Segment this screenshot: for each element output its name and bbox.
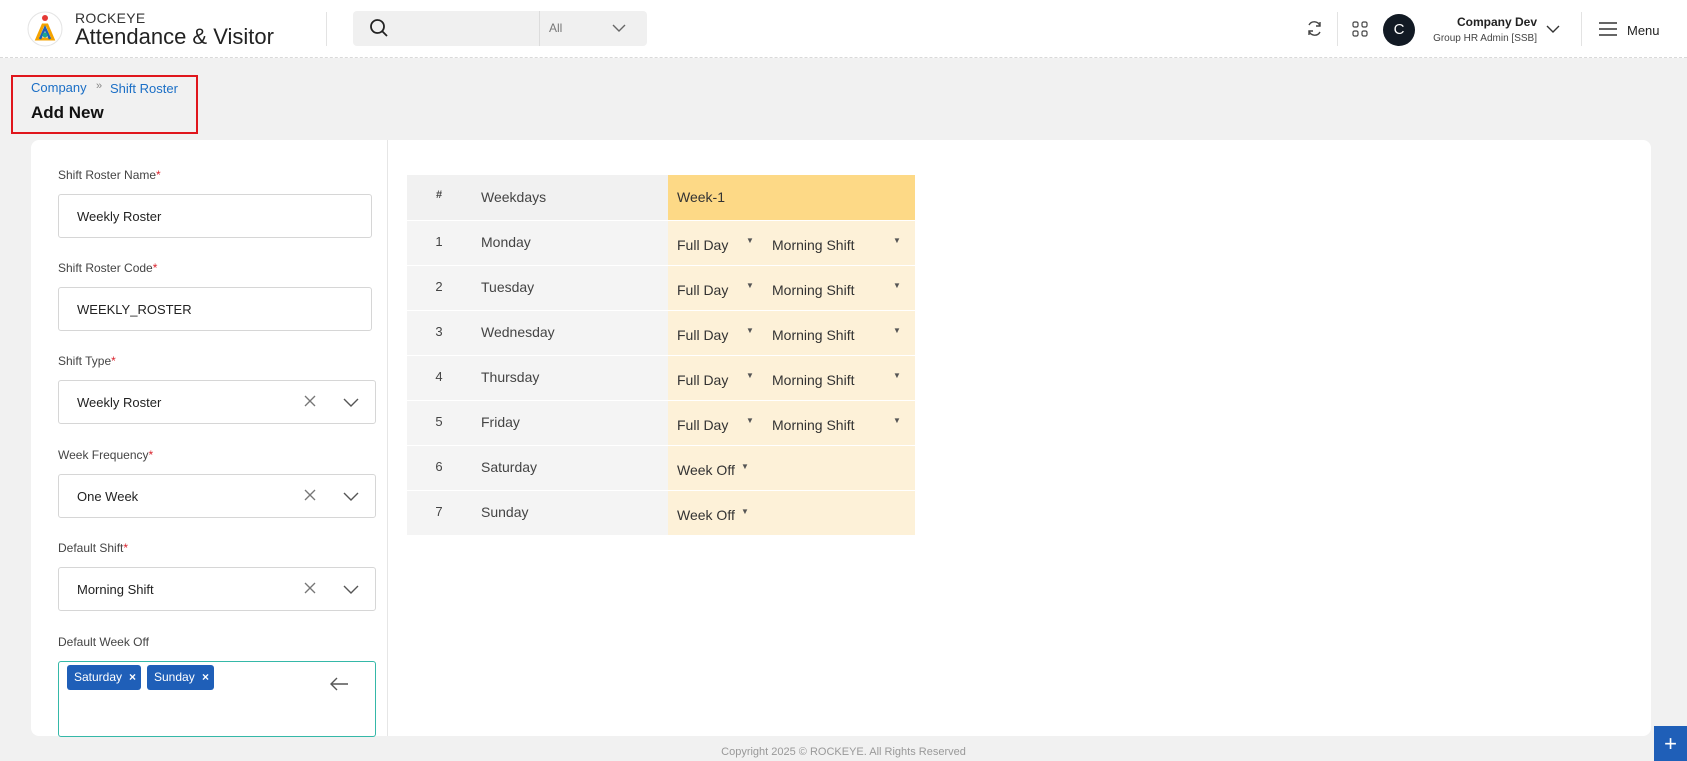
shift-select[interactable]: Morning Shift [772, 327, 854, 343]
breadcrumb-separator-icon: » [96, 80, 103, 92]
header-weekdays: Weekdays [471, 175, 675, 220]
tag-sunday: Sunday × [147, 665, 214, 690]
default-week-off-multiselect[interactable]: Saturday × Sunday × [58, 661, 376, 737]
chevron-down-icon[interactable] [343, 490, 359, 502]
default-shift-value[interactable]: Morning Shift [77, 582, 154, 597]
caret-down-icon[interactable]: ▼ [746, 371, 754, 380]
week-frequency-select[interactable]: One Week [58, 474, 376, 518]
header-num: # [407, 175, 471, 220]
search-filter-value[interactable]: All [549, 21, 562, 35]
shift-select[interactable]: Morning Shift [772, 237, 854, 253]
menu-button-label[interactable]: Menu [1627, 23, 1660, 38]
user-role: Group HR Admin [SSB] [1433, 33, 1537, 44]
table-row: 2 Tuesday Full Day ▼ Morning Shift ▼ [407, 265, 915, 310]
table-row: 5 Friday Full Day ▼ Morning Shift ▼ [407, 400, 915, 445]
arrow-left-icon[interactable] [329, 676, 349, 692]
header-divider [1337, 12, 1338, 46]
chevron-down-icon[interactable] [1546, 23, 1560, 35]
roster-name-value[interactable]: Weekly Roster [77, 209, 161, 224]
roster-table: # Weekdays Week-1 1 Monday Full Day ▼ Mo… [407, 175, 915, 538]
user-name[interactable]: Company Dev [1428, 15, 1537, 29]
caret-down-icon[interactable]: ▼ [746, 326, 754, 335]
roster-code-value[interactable]: WEEKLY_ROSTER [77, 302, 192, 317]
caret-down-icon[interactable]: ▼ [893, 371, 901, 380]
hamburger-menu-icon[interactable] [1599, 22, 1617, 36]
caret-down-icon[interactable]: ▼ [746, 281, 754, 290]
shift-type-value[interactable]: Weekly Roster [77, 395, 161, 410]
chevron-down-icon[interactable] [343, 396, 359, 408]
header-week-1: Week-1 [668, 175, 915, 220]
caret-down-icon[interactable]: ▼ [746, 416, 754, 425]
shift-select[interactable]: Morning Shift [772, 282, 854, 298]
search-separator [539, 11, 540, 46]
table-row: 7 Sunday Week Off ▼ [407, 490, 915, 535]
week-frequency-value[interactable]: One Week [77, 489, 138, 504]
shift-type-label: Shift Type* [58, 354, 116, 368]
table-row: 1 Monday Full Day ▼ Morning Shift ▼ [407, 220, 915, 265]
day-type-select[interactable]: Week Off [677, 462, 735, 478]
row-divider [407, 490, 915, 491]
default-week-off-label: Default Week Off [58, 635, 149, 649]
row-divider [407, 310, 915, 311]
day-type-select[interactable]: Full Day [677, 237, 728, 253]
shift-type-select[interactable]: Weekly Roster [58, 380, 376, 424]
add-button[interactable]: + [1654, 726, 1687, 761]
shift-select[interactable]: Morning Shift [772, 417, 854, 433]
refresh-icon[interactable] [1306, 20, 1323, 37]
remove-tag-icon[interactable]: × [202, 665, 209, 690]
caret-down-icon[interactable]: ▼ [741, 507, 749, 516]
day-type-select[interactable]: Full Day [677, 327, 728, 343]
user-avatar[interactable]: C [1383, 14, 1415, 46]
page-title: Add New [31, 103, 104, 122]
caret-down-icon[interactable]: ▼ [893, 326, 901, 335]
default-shift-select[interactable]: Morning Shift [58, 567, 376, 611]
clear-icon[interactable] [304, 582, 316, 594]
tag-saturday: Saturday × [67, 665, 141, 690]
caret-down-icon[interactable]: ▼ [893, 281, 901, 290]
remove-tag-icon[interactable]: × [129, 665, 136, 690]
clear-icon[interactable] [304, 489, 316, 501]
default-shift-label: Default Shift* [58, 541, 129, 555]
caret-down-icon[interactable]: ▼ [741, 462, 749, 471]
caret-down-icon[interactable]: ▼ [746, 236, 754, 245]
chevron-down-icon[interactable] [343, 583, 359, 595]
top-header: ROCKEYE Attendance & Visitor All C Compa… [0, 0, 1687, 58]
shift-select[interactable]: Morning Shift [772, 372, 854, 388]
row-divider [407, 265, 915, 266]
breadcrumb-company-link[interactable]: Company [31, 80, 87, 95]
row-divider [407, 445, 915, 446]
row-divider [407, 400, 915, 401]
roster-code-label: Shift Roster Code* [58, 261, 158, 275]
rockeye-logo[interactable] [26, 10, 64, 48]
table-row: 4 Thursday Full Day ▼ Morning Shift ▼ [407, 355, 915, 400]
breadcrumb-shift-roster-link[interactable]: Shift Roster [110, 81, 178, 96]
footer-copyright: Copyright 2025 © ROCKEYE. All Rights Res… [721, 746, 966, 758]
clear-icon[interactable] [304, 395, 316, 407]
table-row: 6 Saturday Week Off ▼ [407, 445, 915, 490]
row-divider [407, 355, 915, 356]
table-row: 3 Wednesday Full Day ▼ Morning Shift ▼ [407, 310, 915, 355]
apps-grid-icon[interactable] [1352, 21, 1368, 37]
table-header-row: # Weekdays Week-1 [407, 175, 915, 220]
caret-down-icon[interactable]: ▼ [893, 236, 901, 245]
header-divider [1581, 12, 1582, 46]
global-search[interactable]: All [353, 11, 647, 46]
header-divider [326, 12, 327, 46]
roster-name-label: Shift Roster Name* [58, 168, 161, 182]
day-type-select[interactable]: Full Day [677, 372, 728, 388]
day-type-select[interactable]: Week Off [677, 507, 735, 523]
day-type-select[interactable]: Full Day [677, 282, 728, 298]
brand-name-app: Attendance & Visitor [75, 24, 274, 49]
row-divider [407, 220, 915, 221]
day-type-select[interactable]: Full Day [677, 417, 728, 433]
chevron-down-icon[interactable] [611, 21, 627, 35]
caret-down-icon[interactable]: ▼ [893, 416, 901, 425]
search-icon[interactable] [369, 18, 389, 38]
roster-code-input[interactable]: WEEKLY_ROSTER [58, 287, 372, 331]
week-frequency-label: Week Frequency* [58, 448, 154, 462]
roster-name-input[interactable]: Weekly Roster [58, 194, 372, 238]
